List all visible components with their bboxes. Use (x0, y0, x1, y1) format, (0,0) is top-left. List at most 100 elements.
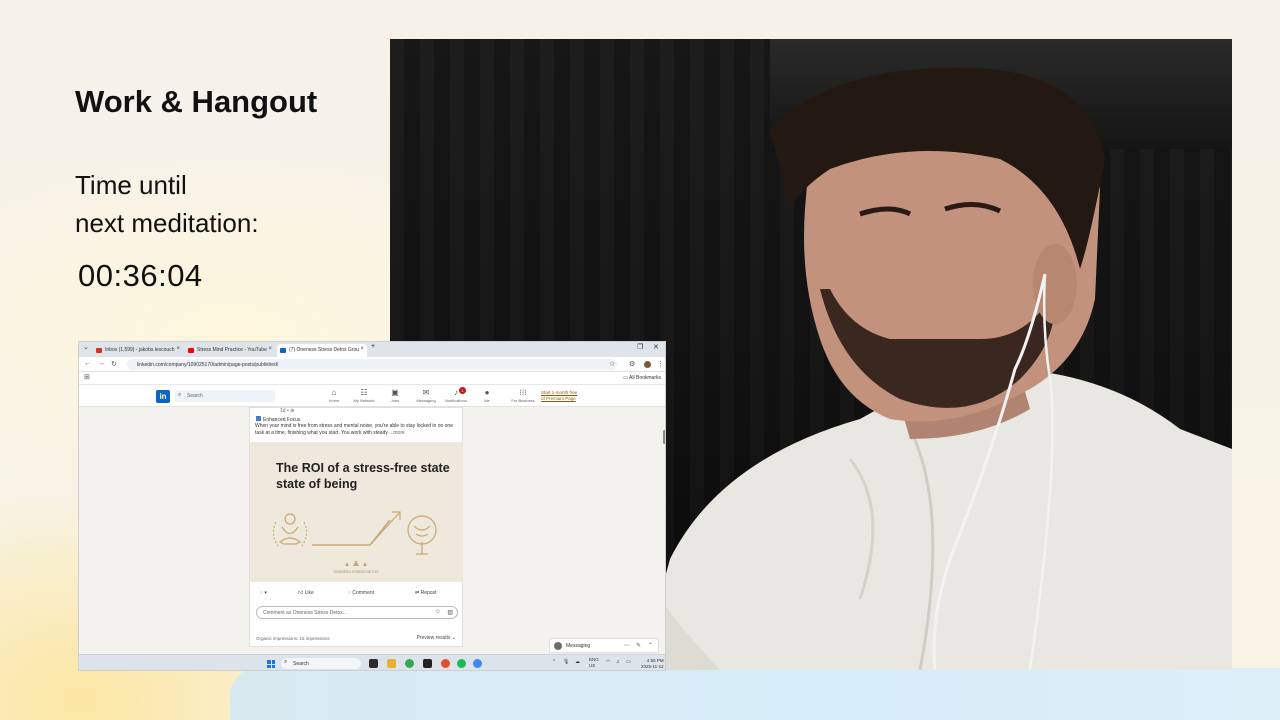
see-more-link[interactable]: ...more (389, 430, 405, 436)
close-icon[interactable]: × (176, 346, 180, 352)
reaction-select[interactable]: ◌ ▾ (260, 590, 267, 596)
briefcase-icon: ▣ (391, 388, 399, 397)
all-bookmarks[interactable]: ▭ All Bookmarks (623, 375, 661, 381)
like-button[interactable]: 👍︎ Like (298, 590, 314, 596)
comment-button[interactable]: ◌ Comment (348, 590, 374, 596)
linkedin-icon (280, 348, 286, 353)
volume-icon[interactable]: ♫ (616, 659, 620, 665)
linkedin-logo[interactable]: in (156, 390, 170, 403)
bookmarks-bar: ⊞ ▭ All Bookmarks (79, 372, 665, 385)
forward-icon[interactable]: → (98, 360, 105, 367)
taskbar-search-label: Search (293, 661, 309, 667)
tray-chevron-icon[interactable]: ⌃ (552, 659, 556, 665)
tab-youtube[interactable]: Stress Mind Practice - YouTube × (185, 344, 275, 357)
nav-network-label: My Network (353, 398, 375, 403)
repost-button[interactable]: ⇄ Repost (415, 590, 436, 596)
profile-avatar[interactable] (644, 361, 651, 368)
brand-logo-icon (353, 560, 359, 566)
post-text: When your mind is free from stress and m… (255, 423, 460, 437)
tab-search-icon[interactable]: ⌄ (83, 343, 89, 351)
scrollbar[interactable] (663, 430, 665, 444)
address-bar: ← → ↻ linkedin.com/company/109025170/adm… (79, 357, 665, 372)
nav-my-network[interactable]: ☷ My Network (347, 388, 381, 403)
tab-linkedin-label: (7) Oneness Stress Detox Grou (289, 347, 360, 353)
preview-results-button[interactable]: Preview results ⌄ (417, 635, 457, 641)
star-icon[interactable]: ☆ (609, 360, 615, 368)
nav-for-business[interactable]: ⁝⁝⁝ For Business (506, 388, 540, 403)
repost-label: Repost (420, 590, 437, 596)
messaging-dock[interactable]: Messaging ⋯ ✎ ⌃ (549, 638, 659, 653)
apps-icon[interactable]: ⊞ (84, 373, 90, 381)
youtube-icon (188, 348, 194, 353)
bottom-band (230, 668, 1280, 720)
taskview-icon[interactable] (369, 659, 378, 668)
tab-gmail[interactable]: Inbox (1,599) - jakobs.lescouch × (93, 344, 183, 357)
chrome-profile-icon[interactable] (473, 659, 482, 668)
nav-me[interactable]: ● Me (470, 388, 504, 403)
linkedin-header: in ⌕ Search ⌂ Home ☷ My Network ▣ Jobs ✉… (79, 385, 665, 407)
extensions-icon[interactable]: ⚙ (629, 360, 635, 368)
avatar-icon: ● (484, 388, 490, 397)
thumbs-up-icon: 👍︎ (298, 590, 305, 596)
reload-icon[interactable]: ↻ (111, 360, 117, 368)
post-meta: 1d • ⊕ (280, 408, 295, 414)
language-indicator[interactable]: ENG US (589, 657, 599, 669)
chat-icon: ✉ (422, 388, 430, 397)
close-icon[interactable]: × (268, 346, 272, 352)
restore-icon[interactable]: ❐ (637, 343, 643, 351)
search-icon: ⌕ (178, 392, 182, 398)
clock[interactable]: 4:56 PM 2025-11-12 (641, 658, 664, 670)
comment-input[interactable]: Comment as Oneness Stress Detox... ☺ ▨ (256, 606, 458, 619)
search-input[interactable]: ⌕ Search (175, 390, 275, 402)
slide-title: Work & Hangout (75, 84, 318, 119)
nav-notifications[interactable]: ♪ 1 Notifications (439, 387, 473, 403)
close-window-icon[interactable]: ✕ (653, 343, 659, 351)
all-bookmarks-label: All Bookmarks (629, 375, 661, 381)
app-icon-2[interactable] (441, 659, 450, 668)
nav-messaging[interactable]: ✉ Messaging (409, 388, 443, 403)
menu-icon[interactable]: ⋮ (657, 360, 664, 368)
app-icon[interactable] (423, 659, 432, 668)
post-actions: ◌ ▾ 👍︎ Like ◌ Comment ⇄ Repost (250, 588, 463, 600)
timer-label-line2: next meditation: (75, 208, 259, 238)
tab-linkedin[interactable]: (7) Oneness Stress Detox Grou × (277, 344, 367, 357)
battery-icon[interactable]: ▭ (626, 659, 631, 665)
nav-messaging-label: Messaging (416, 398, 436, 403)
more-icon[interactable]: ⋯ (624, 642, 630, 649)
image-icon[interactable]: ▨ (447, 609, 453, 616)
screen-share: ⌄ Inbox (1,599) - jakobs.lescouch × Stre… (78, 341, 666, 671)
premium-link[interactable]: Start 1-month free of Premium Page (541, 390, 577, 402)
lang-line2: US (589, 663, 596, 668)
chevron-up-icon[interactable]: ⌃ (648, 642, 653, 649)
notification-badge: 1 (459, 387, 466, 394)
taskbar-search[interactable]: ⌕ Search (281, 658, 361, 669)
nav-home[interactable]: ⌂ Home (317, 388, 351, 403)
nav-me-label: Me (484, 398, 490, 403)
chevron-down-icon: ⌄ (451, 635, 456, 641)
page-logo-icon (256, 416, 261, 421)
emoji-icon[interactable]: ☺ (435, 609, 441, 615)
post-author[interactable]: Enhanced Focus (256, 416, 301, 423)
cloud-icon[interactable]: ☁ (575, 659, 580, 665)
compose-icon[interactable]: ✎ (636, 642, 641, 649)
chrome-icon[interactable] (405, 659, 414, 668)
growth-arrow-icon (369, 511, 401, 546)
file-explorer-icon[interactable] (387, 659, 396, 668)
post-image[interactable]: The ROI of a stress-free state state of … (250, 442, 463, 582)
close-icon[interactable]: × (360, 346, 364, 352)
back-icon[interactable]: ← (84, 360, 91, 367)
new-tab-button[interactable]: + (371, 343, 375, 350)
gmail-icon (96, 348, 102, 353)
nav-jobs-label: Jobs (390, 398, 400, 403)
post-card: 1d • ⊕ Enhanced Focus When your mind is … (249, 407, 463, 647)
wifi-icon[interactable]: ◠ (606, 659, 610, 665)
microphone-icon[interactable]: 🎙︎ (563, 659, 569, 665)
messaging-label: Messaging (566, 643, 591, 649)
post-body: When your mind is free from stress and m… (255, 423, 453, 436)
spotify-icon[interactable] (457, 659, 466, 668)
url-field[interactable]: linkedin.com/company/109025170/admin/pag… (127, 359, 617, 370)
impressions-text: Organic impressions: 15 impressions (256, 636, 330, 641)
home-icon: ⌂ (331, 388, 337, 397)
windows-start-icon[interactable] (267, 660, 275, 668)
nav-jobs[interactable]: ▣ Jobs (378, 388, 412, 403)
